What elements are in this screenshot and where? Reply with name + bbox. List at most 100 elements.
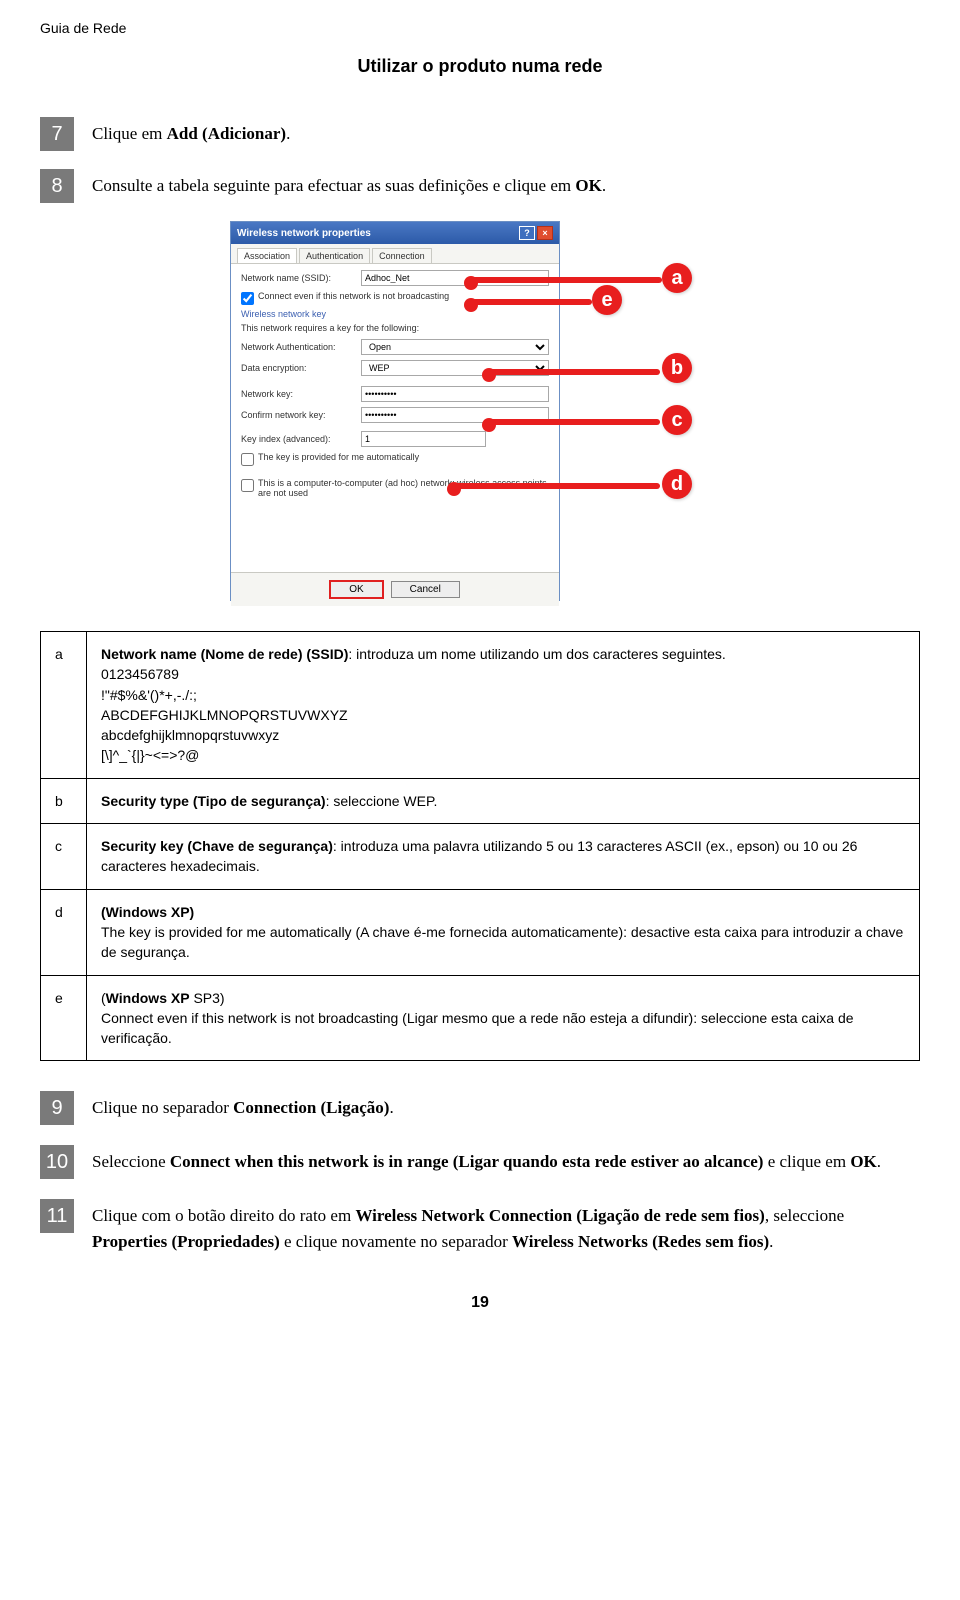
step-7: 7 Clique em Add (Adicionar). [40,117,920,151]
text: e clique em [763,1152,850,1171]
step-number-badge: 10 [40,1145,74,1179]
text: Consulte a tabela seguinte para efectuar… [92,176,575,195]
leader-e [472,299,592,305]
def-text: : seleccione WEP. [326,793,438,809]
def-content: Security key (Chave de segurança): intro… [87,824,920,890]
text: Clique em [92,124,167,143]
def-content: Security type (Tipo de segurança): selec… [87,778,920,823]
enc-label: Data encryption: [241,363,361,373]
close-button[interactable]: × [537,226,553,240]
text: . [769,1232,773,1251]
definition-table: a Network name (Nome de rede) (SSID): in… [40,631,920,1061]
step-8: 8 Consulte a tabela seguinte para efectu… [40,169,920,203]
keyidx-label: Key index (advanced): [241,434,361,444]
help-button[interactable]: ? [519,226,535,240]
text: . [389,1098,393,1117]
cancel-button[interactable]: Cancel [391,581,460,598]
step-10: 10 Seleccione Connect when this network … [40,1145,920,1179]
step-9: 9 Clique no separador Connection (Ligaçã… [40,1091,920,1125]
step-number-badge: 11 [40,1199,74,1233]
section-title: Utilizar o produto numa rede [40,56,920,77]
text: Clique com o botão direito do rato em [92,1206,355,1225]
callout-c: c [662,405,692,435]
callout-d: d [662,469,692,499]
dialog-body: Network name (SSID): Connect even if thi… [231,264,559,572]
def-content: Network name (Nome de rede) (SSID): intr… [87,632,920,779]
callout-e: e [592,285,622,315]
def-content: (Windows XP) The key is provided for me … [87,889,920,975]
step-11: 11 Clique com o botão direito do rato em… [40,1199,920,1254]
leader-b [490,369,660,375]
figure-wrap: Wireless network properties ? × Associat… [40,221,920,601]
titlebar-buttons: ? × [519,226,553,240]
text: e clique novamente no separador [280,1232,512,1251]
keyidx-input[interactable] [361,431,486,447]
leader-c [490,419,660,425]
charset-line: !"#$%&'()*+,-./:; [101,687,197,703]
ssid-label: Network name (SSID): [241,273,361,283]
def-key: a [41,632,87,779]
def-key: c [41,824,87,890]
bold: Add (Adicionar) [167,124,286,143]
bold: Wireless Networks (Redes sem fios) [512,1232,769,1251]
text: . [602,176,606,195]
key2-label: Confirm network key: [241,410,361,420]
def-title: Security key (Chave de segurança) [101,838,333,854]
charset-line: ABCDEFGHIJKLMNOPQRSTUVWXYZ [101,707,348,723]
def-title: Windows XP [106,990,190,1006]
def-title: Security type (Tipo de segurança) [101,793,326,809]
table-row: b Security type (Tipo de segurança): sel… [41,778,920,823]
page-number: 19 [40,1294,920,1312]
table-row: e (Windows XP SP3) Connect even if this … [41,975,920,1061]
charset-line: 0123456789 [101,666,179,682]
auth-select[interactable]: Open [361,339,549,355]
dialog-footer: OK Cancel [231,572,559,606]
text: , seleccione [765,1206,844,1225]
key-input[interactable] [361,386,549,402]
auto-key-label: The key is provided for me automatically [258,452,419,462]
connect-even-checkbox[interactable] [241,292,254,305]
step-text: Clique no separador Connection (Ligação)… [92,1091,920,1121]
def-title: Network name (Nome de rede) (SSID) [101,646,348,662]
leader-d [455,483,660,489]
text: Clique no separador [92,1098,233,1117]
key-label: Network key: [241,389,361,399]
bold: OK [575,176,601,195]
step-text: Seleccione Connect when this network is … [92,1145,920,1175]
text: Seleccione [92,1152,170,1171]
leader-a [472,277,662,283]
def-key: d [41,889,87,975]
step-number-badge: 7 [40,117,74,151]
wnk-desc: This network requires a key for the foll… [241,323,549,333]
charset-line: abcdefghijklmnopqrstuvwxyz [101,727,279,743]
tab-association[interactable]: Association [237,248,297,263]
text: . [877,1152,881,1171]
dialog-figure: Wireless network properties ? × Associat… [230,221,730,601]
dialog-titlebar: Wireless network properties ? × [231,222,559,244]
table-row: d (Windows XP) The key is provided for m… [41,889,920,975]
def-text: : introduza um nome utilizando um dos ca… [348,646,725,662]
auth-label: Network Authentication: [241,342,361,352]
charset-line: [\]^_`{|}~<=>?@ [101,747,199,763]
connect-even-label: Connect even if this network is not broa… [258,291,449,301]
tab-connection[interactable]: Connection [372,248,432,263]
auto-key-checkbox[interactable] [241,453,254,466]
adhoc-checkbox[interactable] [241,479,254,492]
table-row: a Network name (Nome de rede) (SSID): in… [41,632,920,779]
text: SP3) [190,990,225,1006]
def-key: b [41,778,87,823]
ok-button[interactable]: OK [330,581,382,598]
def-key: e [41,975,87,1061]
bold: Properties (Propriedades) [92,1232,280,1251]
def-title: (Windows XP) [101,904,194,920]
bold: Connection (Ligação) [233,1098,389,1117]
wnk-label: Wireless network key [241,309,549,319]
step-text: Clique em Add (Adicionar). [92,117,920,147]
bold: Wireless Network Connection (Ligação de … [355,1206,764,1225]
step-text: Consulte a tabela seguinte para efectuar… [92,169,920,199]
step-number-badge: 8 [40,169,74,203]
doc-header: Guia de Rede [40,20,920,36]
def-text: The key is provided for me automatically… [101,924,903,960]
tab-authentication[interactable]: Authentication [299,248,370,263]
bold: Connect when this network is in range (L… [170,1152,764,1171]
